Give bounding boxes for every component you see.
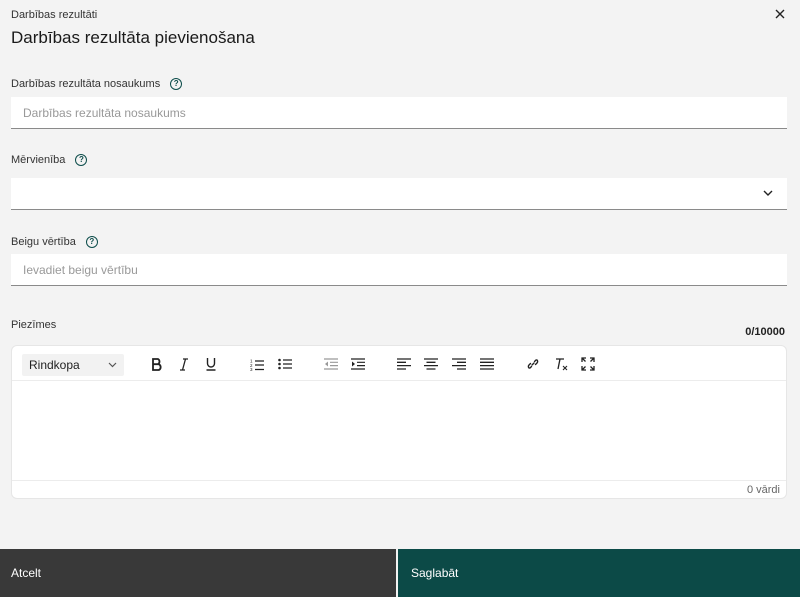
link-icon[interactable] <box>524 355 542 373</box>
svg-text:3: 3 <box>250 367 253 371</box>
help-icon[interactable]: ? <box>170 78 183 90</box>
name-input[interactable] <box>11 97 787 129</box>
page-title: Darbības rezultāta pievienošana <box>11 28 255 47</box>
ordered-list-icon[interactable]: 123 <box>248 355 266 373</box>
bullet-list-icon[interactable] <box>276 355 294 373</box>
unit-field-label: Mērvienība ? <box>11 154 88 166</box>
paragraph-style-value: Rindkopa <box>29 358 80 372</box>
word-count: 0 vārdi <box>12 480 786 498</box>
name-field-label: Darbības rezultāta nosaukums ? <box>11 78 183 90</box>
clear-format-icon[interactable] <box>552 355 570 373</box>
notes-label: Piezīmes <box>11 319 56 331</box>
help-icon[interactable]: ? <box>75 154 88 166</box>
unit-select[interactable] <box>11 178 787 210</box>
notes-char-counter: 0/10000 <box>745 326 785 338</box>
align-left-icon[interactable] <box>395 355 413 373</box>
notes-text-area[interactable] <box>12 382 786 482</box>
align-center-icon[interactable] <box>422 355 440 373</box>
fullscreen-icon[interactable] <box>579 355 597 373</box>
bold-icon[interactable] <box>148 355 166 373</box>
end-value-input[interactable] <box>11 254 787 286</box>
chevron-down-icon <box>108 362 117 368</box>
underline-icon[interactable] <box>202 355 220 373</box>
editor-toolbar: Rindkopa 123 <box>12 346 786 381</box>
notes-label-text: Piezīmes <box>11 319 57 331</box>
notes-editor: Rindkopa 123 0 vārdi <box>11 345 787 499</box>
close-icon[interactable] <box>772 7 788 23</box>
chevron-down-icon <box>763 190 773 196</box>
help-icon[interactable]: ? <box>85 236 98 248</box>
unit-label-text: Mērvienība <box>11 154 66 166</box>
action-bar: Atcelt Saglabāt <box>0 549 800 597</box>
align-right-icon[interactable] <box>450 355 468 373</box>
paragraph-style-select[interactable]: Rindkopa <box>22 354 124 376</box>
breadcrumb: Darbības rezultāti <box>11 9 98 21</box>
outdent-icon[interactable] <box>322 355 340 373</box>
italic-icon[interactable] <box>175 355 193 373</box>
save-button[interactable]: Saglabāt <box>398 549 800 597</box>
cancel-button[interactable]: Atcelt <box>0 549 398 597</box>
end-value-label-text: Beigu vērtība <box>11 236 76 248</box>
end-value-field-label: Beigu vērtība ? <box>11 236 98 248</box>
name-label-text: Darbības rezultāta nosaukums <box>11 78 161 90</box>
indent-icon[interactable] <box>349 355 367 373</box>
align-justify-icon[interactable] <box>478 355 496 373</box>
